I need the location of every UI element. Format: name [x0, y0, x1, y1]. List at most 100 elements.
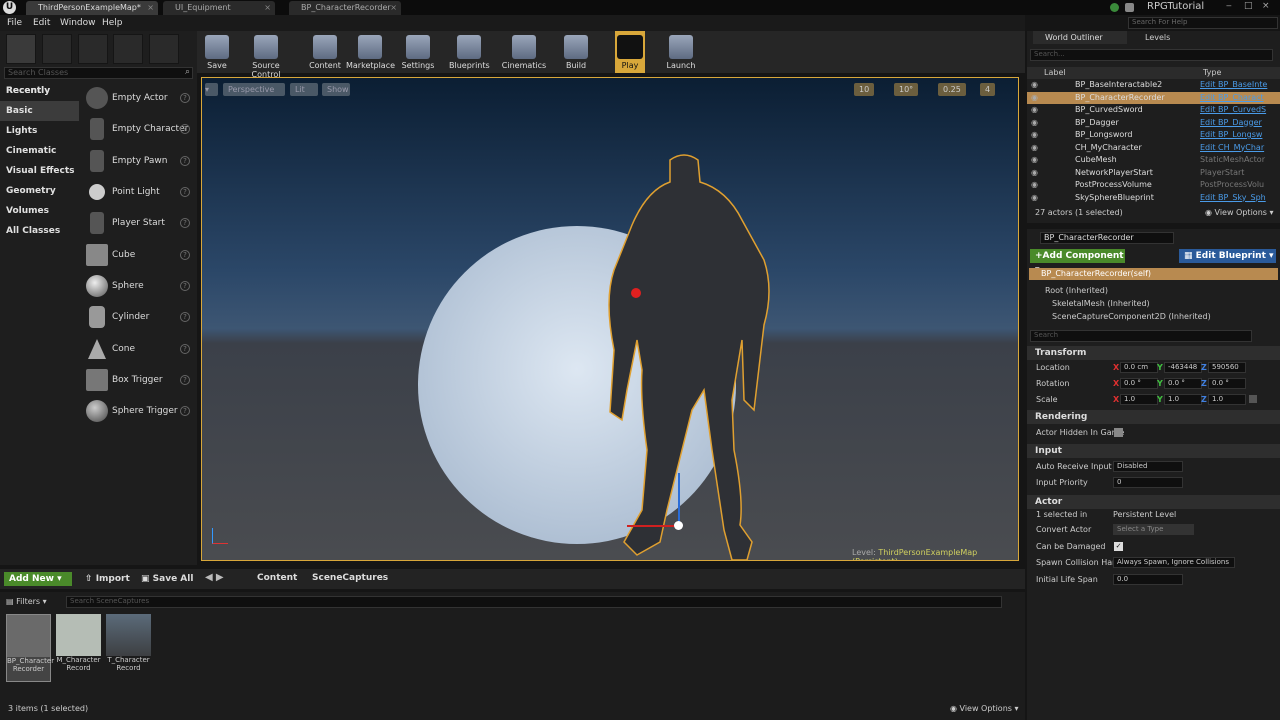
convert-actor-select[interactable]: Select a Type [1113, 524, 1194, 535]
close-window-button[interactable]: × [1262, 1, 1270, 11]
marketplace-button[interactable]: Marketplace [346, 31, 395, 73]
blueprints-button[interactable]: Blueprints [449, 31, 490, 73]
eye-icon[interactable]: ◉ [1031, 154, 1038, 167]
actor-type[interactable]: Edit CH_MyChar [1200, 142, 1264, 155]
rotation-y-input[interactable]: 0.0 ° [1164, 378, 1202, 389]
component-scene-capture[interactable]: SceneCaptureComponent2D (Inherited) [1052, 312, 1211, 321]
viewport-options-button[interactable]: ▾ [205, 83, 218, 96]
rotation-z-input[interactable]: 0.0 ° [1208, 378, 1246, 389]
help-icon[interactable]: ? [180, 124, 190, 134]
paint-mode-icon[interactable] [42, 34, 72, 64]
perspective-button[interactable]: Perspective [223, 83, 285, 96]
asset-thumbnail[interactable]: T_Character Record [106, 614, 151, 682]
minimize-button[interactable]: ‒ [1226, 1, 1232, 11]
actor-name-field[interactable]: BP_CharacterRecorder [1040, 232, 1174, 244]
menu-edit[interactable]: Edit [33, 15, 50, 31]
place-item-empty-actor[interactable]: Empty Actor? [82, 84, 194, 112]
help-icon[interactable]: ? [180, 281, 190, 291]
edit-blueprint-button[interactable]: ▦ Edit Blueprint ▾ [1179, 249, 1276, 263]
tab-ui-equipment[interactable]: UI_Equipment × [163, 1, 275, 15]
eye-icon[interactable]: ◉ [1031, 104, 1038, 117]
lit-button[interactable]: Lit [290, 83, 318, 96]
help-icon[interactable]: ? [180, 156, 190, 166]
actor-type[interactable]: Edit BP_Sky_Sph [1200, 192, 1266, 205]
breadcrumb-scene-captures[interactable]: SceneCaptures [312, 573, 388, 583]
scale-snap-value[interactable]: 0.25 [938, 83, 966, 96]
help-icon[interactable]: ? [180, 344, 190, 354]
eye-icon[interactable]: ◉ [1031, 129, 1038, 142]
actor-type[interactable]: Edit BP_Dagger [1200, 117, 1262, 130]
eye-icon[interactable]: ◉ [1031, 92, 1038, 105]
outliner-row[interactable]: ◉ NetworkPlayerStart PlayerStart [1027, 167, 1280, 180]
component-root[interactable]: Root (Inherited) [1045, 286, 1108, 295]
actor-type[interactable]: Edit BP_CurvedS [1200, 104, 1266, 117]
component-self[interactable]: BP_CharacterRecorder(self) [1029, 268, 1278, 280]
back-button[interactable]: ◀ ▶ [205, 572, 224, 583]
search-classes-input[interactable]: Search Classes ⌕ [4, 67, 193, 79]
can-be-damaged-checkbox[interactable]: ✓ [1114, 542, 1123, 551]
section-actor[interactable]: Actor [1027, 495, 1280, 509]
actor-type[interactable]: Edit BP_Longsw [1200, 129, 1262, 142]
eye-icon[interactable]: ◉ [1031, 179, 1038, 192]
add-component-button[interactable]: +Add Component ▾ [1030, 249, 1125, 275]
add-new-button[interactable]: Add New ▾ [4, 572, 72, 586]
location-x-input[interactable]: 0.0 cm [1120, 362, 1158, 373]
eye-icon[interactable]: ◉ [1031, 117, 1038, 130]
foliage-mode-icon[interactable] [113, 34, 143, 64]
auto-receive-input-select[interactable]: Disabled [1113, 461, 1183, 472]
outliner-row[interactable]: ◉ BP_CurvedSword Edit BP_CurvedS [1027, 104, 1280, 117]
section-rendering[interactable]: Rendering [1027, 410, 1280, 424]
lock-icon[interactable] [1249, 395, 1257, 403]
transform-gizmo-z-axis[interactable] [678, 473, 680, 525]
character-mesh[interactable] [592, 150, 792, 561]
place-item-empty-pawn[interactable]: Empty Pawn? [82, 147, 194, 175]
close-icon[interactable]: × [147, 1, 154, 15]
outliner-view-options-button[interactable]: ◉ View Options ▾ [1205, 208, 1274, 217]
transform-gizmo-x-axis[interactable] [627, 525, 679, 527]
outliner-row[interactable]: ◉ CubeMesh StaticMeshActor [1027, 154, 1280, 167]
initial-life-span-input[interactable]: 0.0 [1113, 574, 1183, 585]
place-item-sphere-trigger[interactable]: Sphere Trigger? [82, 397, 194, 425]
place-mode-icon[interactable] [6, 34, 36, 64]
spawn-collision-select[interactable]: Always Spawn, Ignore Collisions [1113, 557, 1235, 568]
eye-icon[interactable]: ◉ [1031, 167, 1038, 180]
geometry-mode-icon[interactable] [149, 34, 179, 64]
help-icon[interactable]: ? [180, 187, 190, 197]
save-button[interactable]: Save [201, 31, 233, 73]
menu-window[interactable]: Window [60, 15, 96, 31]
details-search-input[interactable]: Search [1030, 330, 1252, 342]
show-button[interactable]: Show [322, 83, 350, 96]
rotation-snap-value[interactable]: 10° [894, 83, 919, 96]
tab-bp-character-recorder[interactable]: BP_CharacterRecorder × [289, 1, 401, 15]
location-y-input[interactable]: -463448 [1164, 362, 1202, 373]
tab-world-outliner[interactable]: World Outliner [1033, 31, 1127, 44]
outliner-row[interactable]: ◉ CH_MyCharacter Edit CH_MyChar [1027, 142, 1280, 155]
close-icon[interactable]: × [264, 1, 271, 15]
component-skeletal-mesh[interactable]: SkeletalMesh (Inherited) [1052, 299, 1150, 308]
input-priority-input[interactable]: 0 [1113, 477, 1183, 488]
actor-type[interactable]: Edit BP_Charact [1200, 92, 1264, 105]
help-search-input[interactable]: Search For Help [1128, 17, 1278, 29]
place-item-box-trigger[interactable]: Box Trigger? [82, 366, 194, 394]
asset-thumbnail[interactable]: M_Character Record [56, 614, 101, 682]
level-viewport[interactable]: ▾ Perspective Lit Show 10 10° 0.25 4 Lev… [201, 77, 1019, 561]
place-item-sphere[interactable]: Sphere? [82, 272, 194, 300]
eye-icon[interactable]: ◉ [1031, 79, 1038, 92]
eye-icon[interactable]: ◉ [1031, 142, 1038, 155]
outliner-row[interactable]: ◉ PostProcessVolume PostProcessVolu [1027, 179, 1280, 192]
search-assets-input[interactable]: Search SceneCaptures [66, 596, 1002, 608]
settings-button[interactable]: Settings [400, 31, 436, 73]
outliner-row[interactable]: ◉ BP_CharacterRecorder Edit BP_Charact [1027, 91, 1280, 105]
place-item-player-start[interactable]: Player Start? [82, 209, 194, 237]
scale-y-input[interactable]: 1.0 [1164, 394, 1202, 405]
eye-icon[interactable]: ◉ [1031, 192, 1038, 205]
rotation-x-input[interactable]: 0.0 ° [1120, 378, 1158, 389]
notification-icon[interactable] [1125, 3, 1134, 12]
menu-file[interactable]: File [7, 15, 22, 31]
build-button[interactable]: Build [562, 31, 590, 73]
outliner-search-input[interactable]: Search... [1030, 49, 1273, 61]
outliner-row[interactable]: ◉ BP_Dagger Edit BP_Dagger [1027, 117, 1280, 130]
place-item-cube[interactable]: Cube? [82, 241, 194, 269]
help-icon[interactable]: ? [180, 312, 190, 322]
help-icon[interactable]: ? [180, 93, 190, 103]
